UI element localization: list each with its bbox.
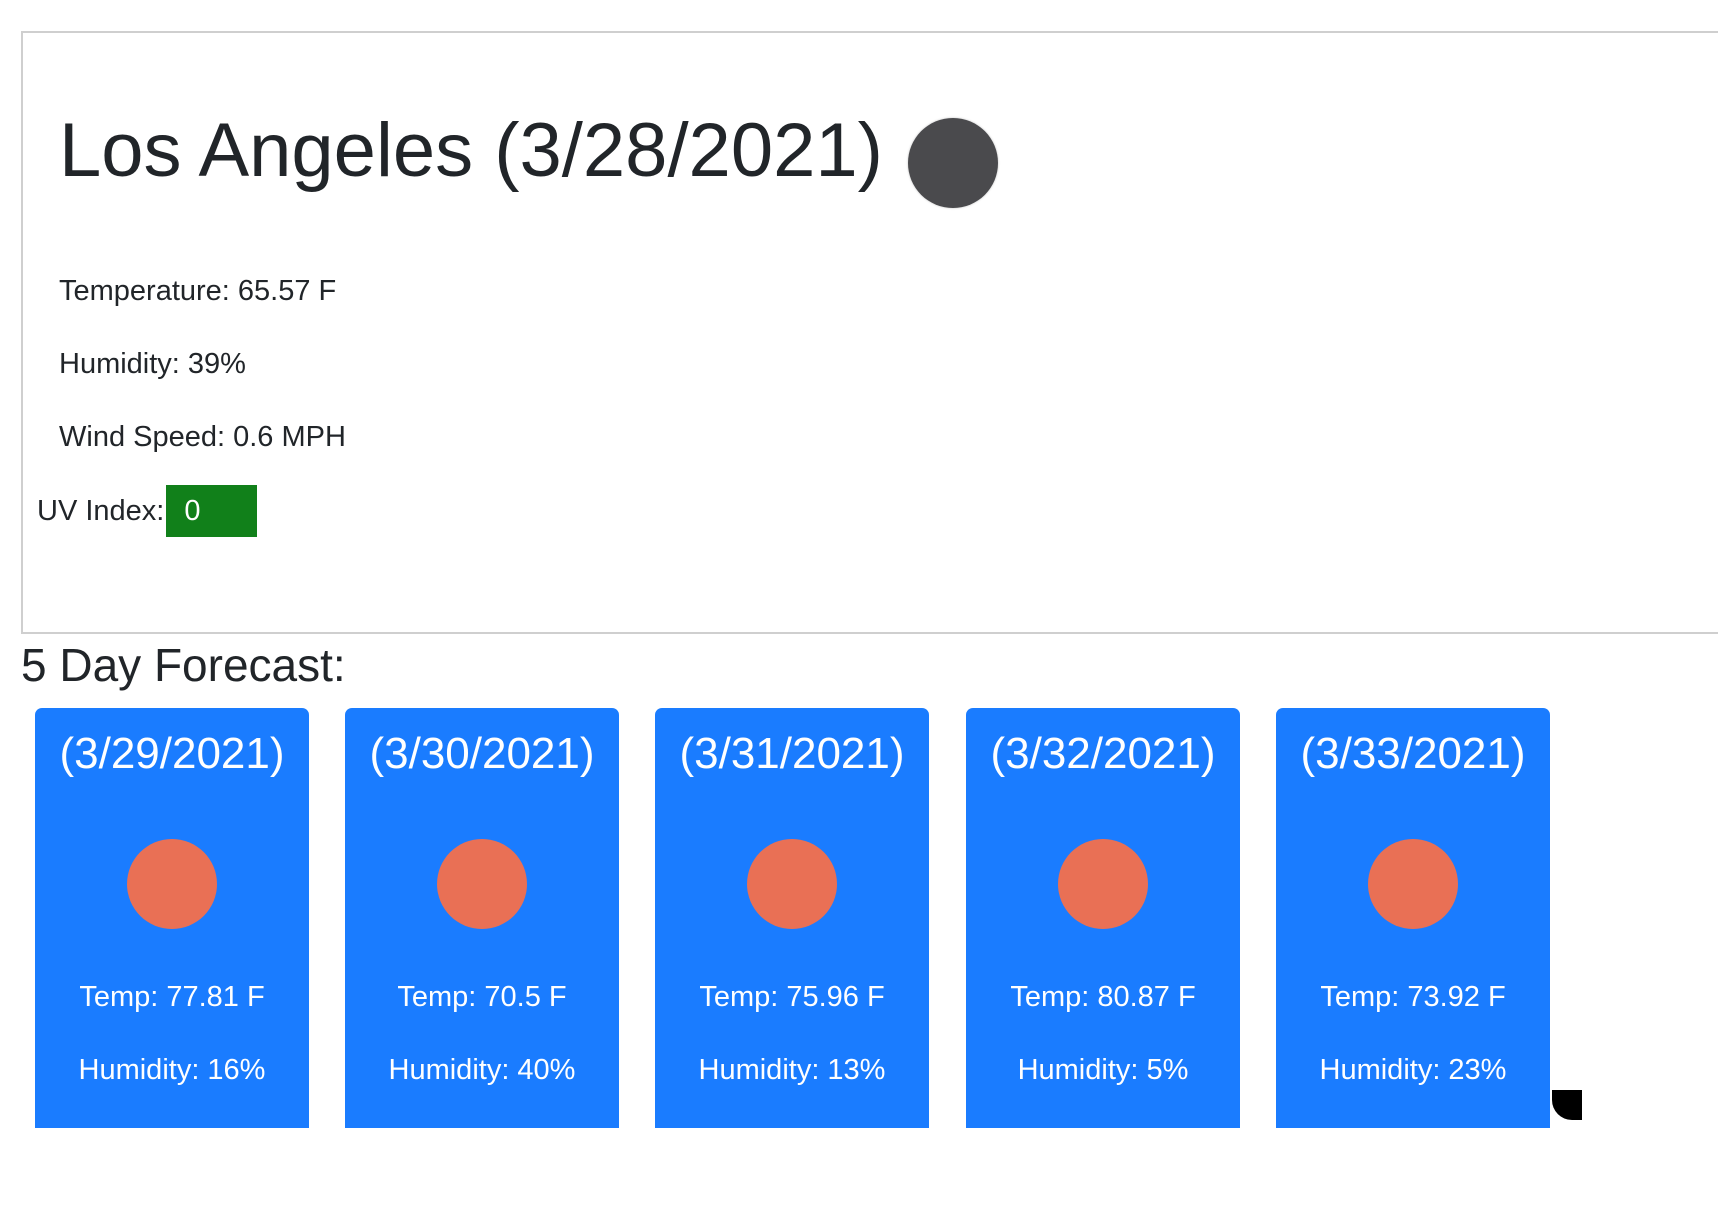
- forecast-date: (3/33/2021): [1300, 729, 1526, 778]
- window-corner-decoration: [1552, 1090, 1582, 1120]
- forecast-card: (3/29/2021) Temp: 77.81 F Humidity: 16%: [35, 708, 309, 1128]
- current-weather-card: Los Angeles (3/28/2021) Temperature: 65.…: [21, 31, 1718, 634]
- uv-index-badge: 0: [166, 485, 258, 537]
- current-temperature: Temperature: 65.57 F: [59, 275, 337, 307]
- uv-index-row: UV Index: 0: [37, 485, 258, 537]
- forecast-date: (3/32/2021): [990, 729, 1216, 778]
- forecast-humidity: Humidity: 40%: [388, 1054, 576, 1086]
- forecast-humidity: Humidity: 16%: [78, 1054, 266, 1086]
- forecast-humidity: Humidity: 5%: [1017, 1054, 1189, 1086]
- weather-sun-icon: [437, 839, 527, 929]
- current-wind-speed: Wind Speed: 0.6 MPH: [59, 421, 346, 453]
- uv-index-label: UV Index:: [37, 494, 165, 527]
- weather-sun-icon: [1368, 839, 1458, 929]
- weather-sun-icon: [127, 839, 217, 929]
- forecast-temp: Temp: 77.81 F: [79, 981, 265, 1013]
- forecast-date: (3/31/2021): [679, 729, 905, 778]
- weather-night-icon: [908, 118, 998, 208]
- forecast-date: (3/30/2021): [369, 729, 595, 778]
- forecast-temp: Temp: 80.87 F: [1010, 981, 1196, 1013]
- forecast-humidity: Humidity: 13%: [698, 1054, 886, 1086]
- weather-sun-icon: [747, 839, 837, 929]
- forecast-humidity: Humidity: 23%: [1319, 1054, 1507, 1086]
- current-humidity: Humidity: 39%: [59, 348, 246, 380]
- forecast-temp: Temp: 73.92 F: [1320, 981, 1506, 1013]
- forecast-heading: 5 Day Forecast:: [21, 639, 346, 691]
- forecast-card: (3/32/2021) Temp: 80.87 F Humidity: 5%: [966, 708, 1240, 1128]
- forecast-card: (3/33/2021) Temp: 73.92 F Humidity: 23%: [1276, 708, 1550, 1128]
- city-date-title: Los Angeles (3/28/2021): [59, 108, 883, 193]
- forecast-card: (3/31/2021) Temp: 75.96 F Humidity: 13%: [655, 708, 929, 1128]
- forecast-date: (3/29/2021): [59, 729, 285, 778]
- forecast-card: (3/30/2021) Temp: 70.5 F Humidity: 40%: [345, 708, 619, 1128]
- forecast-temp: Temp: 70.5 F: [397, 981, 567, 1013]
- forecast-temp: Temp: 75.96 F: [699, 981, 885, 1013]
- weather-sun-icon: [1058, 839, 1148, 929]
